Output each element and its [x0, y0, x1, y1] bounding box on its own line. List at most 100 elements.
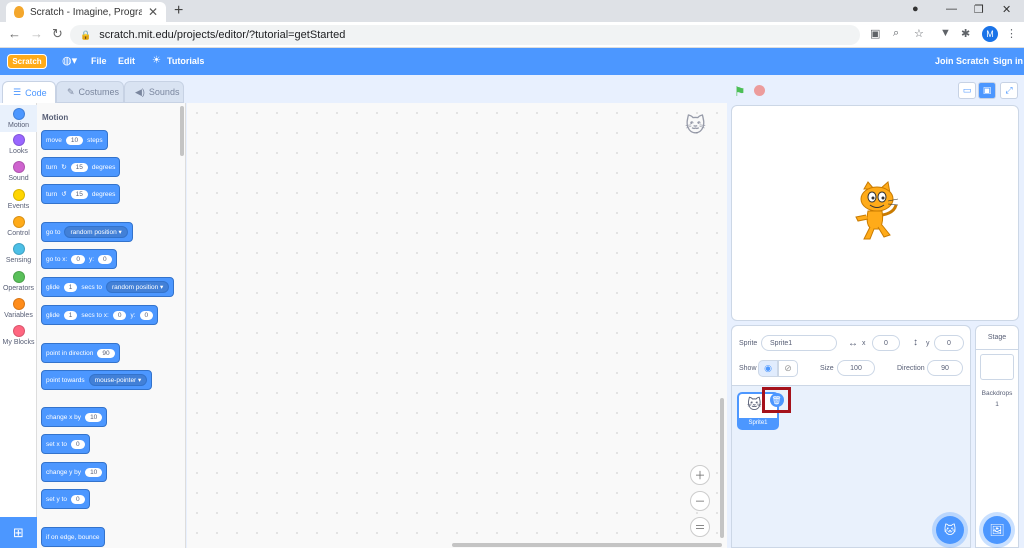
address-bar[interactable]: 🔒 scratch.mit.edu/projects/editor/?tutor… — [70, 25, 860, 45]
profile-avatar[interactable]: M — [982, 26, 998, 42]
block-text: if on edge, bounce — [46, 533, 100, 541]
block-go-to[interactable]: go to random position ▾ — [41, 222, 133, 242]
category-sound[interactable]: Sound — [0, 161, 37, 182]
palette-scrollbar[interactable] — [180, 106, 184, 156]
bookmark-star-icon[interactable]: ☆ — [914, 27, 924, 40]
edit-menu[interactable]: Edit — [118, 56, 135, 66]
block-input[interactable]: 0 — [139, 310, 154, 320]
block-dropdown[interactable]: random position ▾ — [105, 281, 170, 293]
block-dropdown[interactable]: random position ▾ — [64, 226, 128, 238]
fullscreen-button[interactable]: ⤢ — [1000, 82, 1018, 99]
reload-icon[interactable]: ↻ — [52, 26, 63, 42]
block-move-steps[interactable]: move 10 steps — [41, 130, 108, 150]
block-input[interactable]: 0 — [98, 254, 112, 264]
block-turn-right[interactable]: turn ↻ 15 degrees — [41, 157, 121, 177]
script-workspace[interactable]: 🐱 ＋ － ＝ — [187, 103, 727, 548]
category-my-blocks[interactable]: My Blocks — [0, 325, 37, 346]
close-tab-icon[interactable]: ✕ — [148, 5, 158, 19]
block-point-direction[interactable]: point in direction 90 — [41, 343, 120, 363]
block-input[interactable]: 1 — [63, 310, 78, 320]
block-input[interactable]: 15 — [70, 162, 88, 172]
category-control[interactable]: Control — [0, 216, 37, 237]
language-globe-icon[interactable]: ◍▾ — [62, 54, 77, 67]
block-set-x[interactable]: set x to 0 — [41, 434, 90, 454]
block-glide-to[interactable]: glide 1 secs to random position ▾ — [41, 277, 175, 297]
block-go-to-xy[interactable]: go to x: 0 y: 0 — [41, 249, 117, 269]
sign-in-link[interactable]: Sign in — [993, 56, 1023, 66]
zoom-icon[interactable]: ⌕ — [893, 27, 899, 40]
small-stage-button[interactable]: ▭ — [958, 82, 976, 99]
extensions-puzzle-icon[interactable]: ✱ — [961, 27, 970, 40]
block-input[interactable]: 0 — [70, 494, 85, 504]
block-input[interactable]: 15 — [70, 189, 88, 199]
y-position-input[interactable]: 0 — [934, 335, 964, 351]
zoom-reset-button[interactable]: ＝ — [690, 517, 710, 537]
block-input[interactable]: 0 — [71, 254, 85, 264]
zoom-in-button[interactable]: ＋ — [690, 465, 710, 485]
size-input[interactable]: 100 — [837, 360, 875, 376]
block-glide-xy[interactable]: glide 1 secs to x: 0 y: 0 — [41, 305, 159, 325]
stage-selector[interactable]: Stage Backdrops 1 🖼 — [975, 325, 1019, 548]
add-extension-button[interactable]: ⊞ — [0, 517, 37, 548]
category-events[interactable]: Events — [0, 189, 37, 210]
block-input[interactable]: 1 — [63, 282, 78, 292]
hide-sprite-button[interactable]: ⊘ — [778, 360, 798, 377]
category-variables[interactable]: Variables — [0, 298, 37, 319]
minimize-icon[interactable]: — — [946, 3, 957, 15]
category-motion[interactable]: Motion — [0, 105, 37, 132]
profile-menu-icon[interactable]: ● — [912, 3, 919, 15]
workspace-vertical-scrollbar[interactable] — [720, 398, 724, 538]
category-sensing[interactable]: Sensing — [0, 243, 37, 264]
block-text: degrees — [91, 163, 116, 171]
zoom-out-button[interactable]: － — [690, 491, 710, 511]
block-input[interactable]: 0 — [112, 310, 127, 320]
scratch-favicon-icon — [14, 6, 24, 18]
stop-button[interactable] — [754, 85, 765, 96]
sprite-name-input[interactable]: Sprite1 — [761, 335, 837, 351]
block-change-x[interactable]: change x by 10 — [41, 407, 108, 427]
block-input[interactable]: 90 — [97, 348, 115, 358]
green-flag-button[interactable]: ⚑ — [734, 84, 746, 100]
choose-sprite-button[interactable]: 🐱 — [936, 516, 964, 544]
file-menu[interactable]: File — [91, 56, 107, 66]
scratch-logo[interactable]: Scratch — [7, 54, 47, 69]
block-point-towards[interactable]: point towards mouse-pointer ▾ — [41, 370, 153, 390]
browser-tab[interactable]: Scratch - Imagine, Program, Shar ✕ — [6, 2, 166, 22]
normal-stage-button[interactable]: ▣ — [978, 82, 996, 99]
tab-code[interactable]: ☰ Code — [2, 81, 56, 103]
tab-sounds[interactable]: ◀) Sounds — [124, 81, 184, 103]
tab-costumes[interactable]: ✎ Costumes — [56, 81, 124, 103]
block-change-y[interactable]: change y by 10 — [41, 462, 108, 482]
translate-icon[interactable]: ▣ — [870, 27, 880, 40]
eye-icon: ◉ — [764, 363, 772, 373]
extension-v-icon[interactable]: ▼ — [940, 27, 951, 39]
forward-icon[interactable]: → — [30, 26, 43, 41]
block-set-y[interactable]: set y to 0 — [41, 489, 90, 509]
category-operators[interactable]: Operators — [0, 271, 37, 292]
choose-backdrop-button[interactable]: 🖼 — [983, 516, 1011, 544]
delete-sprite-button[interactable]: 🗑 — [762, 387, 791, 413]
cat-sprite-icon[interactable] — [850, 181, 902, 243]
block-bounce[interactable]: if on edge, bounce — [41, 527, 105, 547]
maximize-icon[interactable]: ❐ — [974, 3, 984, 16]
block-input[interactable]: 10 — [85, 412, 103, 422]
back-icon[interactable]: ← — [8, 26, 21, 41]
browser-menu-icon[interactable]: ⋮ — [1006, 27, 1017, 40]
direction-input[interactable]: 90 — [927, 360, 963, 376]
tutorials-menu[interactable]: Tutorials — [167, 56, 204, 66]
block-input[interactable]: 0 — [70, 439, 85, 449]
workspace-horizontal-scrollbar[interactable] — [452, 543, 722, 547]
block-turn-left[interactable]: turn ↺ 15 degrees — [41, 184, 121, 204]
stage-thumbnail[interactable] — [980, 354, 1014, 380]
stage-canvas[interactable] — [731, 105, 1019, 321]
show-sprite-button[interactable]: ◉ — [758, 360, 778, 377]
close-window-icon[interactable]: ✕ — [1002, 3, 1011, 16]
category-looks[interactable]: Looks — [0, 134, 37, 155]
x-position-input[interactable]: 0 — [872, 335, 900, 351]
block-dropdown[interactable]: mouse-pointer ▾ — [88, 374, 148, 386]
trash-icon: 🗑 — [769, 393, 784, 407]
new-tab-icon[interactable]: + — [174, 2, 183, 20]
block-input[interactable]: 10 — [85, 467, 103, 477]
block-input[interactable]: 10 — [65, 135, 84, 145]
join-scratch-link[interactable]: Join Scratch — [935, 56, 989, 66]
